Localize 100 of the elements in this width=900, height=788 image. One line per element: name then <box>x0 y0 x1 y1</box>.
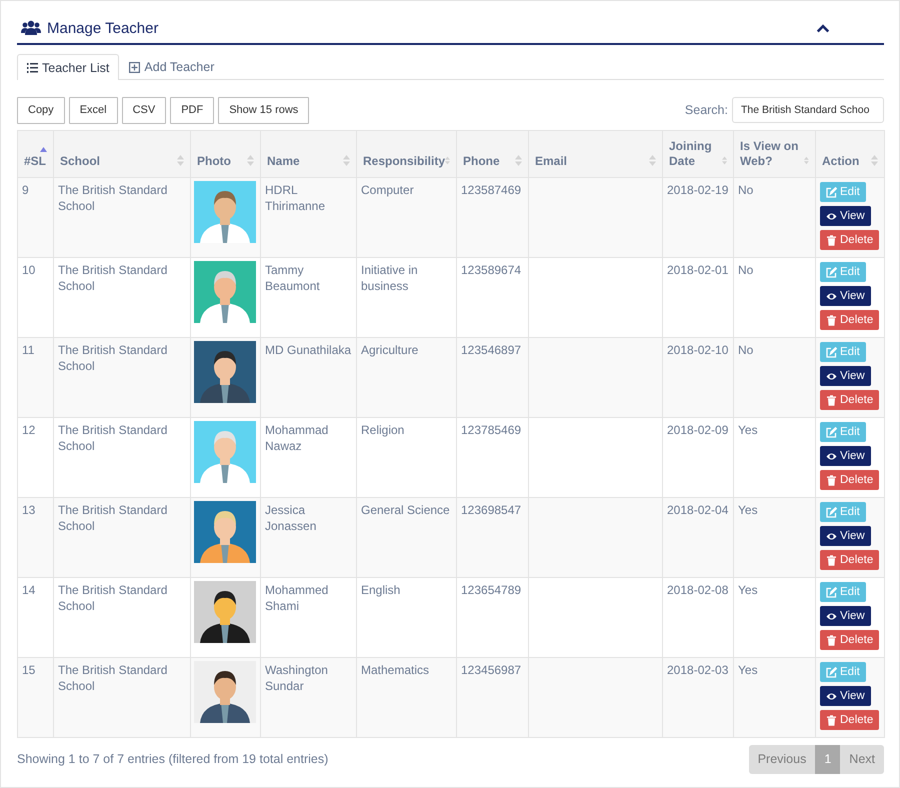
table-cell: 2018-02-01 <box>667 263 728 277</box>
eye-icon <box>826 530 837 542</box>
view-button[interactable]: View <box>820 446 871 466</box>
edit-icon <box>826 586 837 598</box>
edit-icon <box>826 666 837 678</box>
table-cell: 2018-02-03 <box>667 663 728 677</box>
delete-button[interactable]: Delete <box>820 390 880 410</box>
delete-button[interactable]: Delete <box>820 470 880 490</box>
edit-button[interactable]: Edit <box>820 662 866 682</box>
column-header[interactable]: School <box>60 154 100 170</box>
page-button[interactable]: 1 <box>815 744 840 774</box>
edit-icon <box>826 346 837 358</box>
table-cell: Computer <box>361 183 414 197</box>
trash-icon <box>826 714 837 726</box>
edit-button[interactable]: Edit <box>820 422 866 442</box>
column-header[interactable]: Phone <box>463 154 500 170</box>
edit-icon <box>826 266 837 278</box>
export-button[interactable]: Copy <box>17 96 65 124</box>
table-cell: No <box>738 343 754 357</box>
table-cell: Agriculture <box>361 343 418 357</box>
trash-icon <box>826 234 837 246</box>
search-field[interactable]: The British Standard Schoo <box>732 97 884 123</box>
edit-button[interactable]: Edit <box>820 582 866 602</box>
table-cell: Tammy Beaumont <box>265 263 320 293</box>
sort-icon[interactable] <box>445 154 450 167</box>
edit-button[interactable]: Edit <box>820 342 866 362</box>
table-cell: Yes <box>738 663 758 677</box>
column-header[interactable]: Name <box>267 154 300 170</box>
table-cell: 13 <box>22 503 36 517</box>
table-cell: 2018-02-04 <box>667 503 728 517</box>
table-cell: 123654789 <box>461 583 522 597</box>
delete-button[interactable]: Delete <box>820 550 880 570</box>
table-cell: 123785469 <box>461 423 522 437</box>
sort-icon[interactable] <box>343 154 350 167</box>
table-cell: Initiative in business <box>361 263 418 293</box>
table-cell: Religion <box>361 423 404 437</box>
users-icon <box>21 20 41 36</box>
table-cell: General Science <box>361 503 450 517</box>
view-button[interactable]: View <box>820 206 871 226</box>
sort-icon[interactable] <box>177 154 184 167</box>
list-icon <box>27 62 38 73</box>
edit-button[interactable]: Edit <box>820 262 866 282</box>
edit-icon <box>826 506 837 518</box>
table-cell: Washington Sundar <box>265 663 328 693</box>
sort-icon[interactable] <box>871 154 878 167</box>
eye-icon <box>826 450 837 462</box>
delete-button[interactable]: Delete <box>820 230 880 250</box>
tab[interactable]: Add Teacher <box>119 54 224 79</box>
sort-icon[interactable] <box>247 154 254 167</box>
export-button[interactable]: CSV <box>122 96 166 124</box>
delete-button[interactable]: Delete <box>820 310 880 330</box>
table-cell: 9 <box>22 183 29 197</box>
table-cell: Yes <box>738 503 758 517</box>
sort-icon[interactable] <box>804 154 809 167</box>
table-cell: Mathematics <box>361 663 430 677</box>
view-button[interactable]: View <box>820 526 871 546</box>
table-cell: HDRL Thirimanne <box>265 183 326 213</box>
view-button[interactable]: View <box>820 366 871 386</box>
eye-icon <box>826 610 837 622</box>
trash-icon <box>826 554 837 566</box>
delete-button[interactable]: Delete <box>820 630 880 650</box>
table-cell: The British Standard School <box>58 423 168 453</box>
delete-button[interactable]: Delete <box>820 710 880 730</box>
table-cell: No <box>738 183 754 197</box>
eye-icon <box>826 290 837 302</box>
sort-icon[interactable] <box>722 154 727 167</box>
tab[interactable]: Teacher List <box>17 54 120 80</box>
view-button[interactable]: View <box>820 606 871 626</box>
column-header[interactable]: Photo <box>197 154 231 170</box>
table-cell: 2018-02-09 <box>667 423 728 437</box>
table-cell: 123589674 <box>461 263 522 277</box>
view-button[interactable]: View <box>820 286 871 306</box>
table-cell: 123546897 <box>461 343 522 357</box>
table-cell: The British Standard School <box>58 583 168 613</box>
eye-icon <box>826 370 837 382</box>
table-cell: 11 <box>22 343 34 357</box>
collapse-icon[interactable] <box>816 23 830 33</box>
edit-icon <box>826 426 837 438</box>
table-cell: 123698547 <box>461 503 522 517</box>
column-header[interactable]: Email <box>535 154 568 170</box>
export-button[interactable]: Excel <box>68 96 118 124</box>
column-header[interactable]: Action <box>822 154 860 170</box>
table-cell: MD Gunathilaka <box>265 343 352 357</box>
export-button[interactable]: Show 15 rows <box>218 96 310 124</box>
table-cell: English <box>361 583 400 597</box>
view-button[interactable]: View <box>820 686 871 706</box>
table-cell: 123587469 <box>461 183 522 197</box>
export-button[interactable]: PDF <box>170 96 214 124</box>
trash-icon <box>826 314 837 326</box>
table-cell: Mohammad Nawaz <box>265 423 328 453</box>
table-cell: The British Standard School <box>58 663 168 693</box>
sort-icon[interactable] <box>649 154 656 167</box>
sort-icon[interactable] <box>515 154 522 167</box>
table-cell: 12 <box>22 423 36 437</box>
edit-button[interactable]: Edit <box>820 182 866 202</box>
edit-button[interactable]: Edit <box>820 502 866 522</box>
trash-icon <box>826 394 837 406</box>
table-cell: Mohammed Shami <box>265 583 328 613</box>
table-cell: The British Standard School <box>58 263 168 293</box>
table-cell: The British Standard School <box>58 503 168 533</box>
